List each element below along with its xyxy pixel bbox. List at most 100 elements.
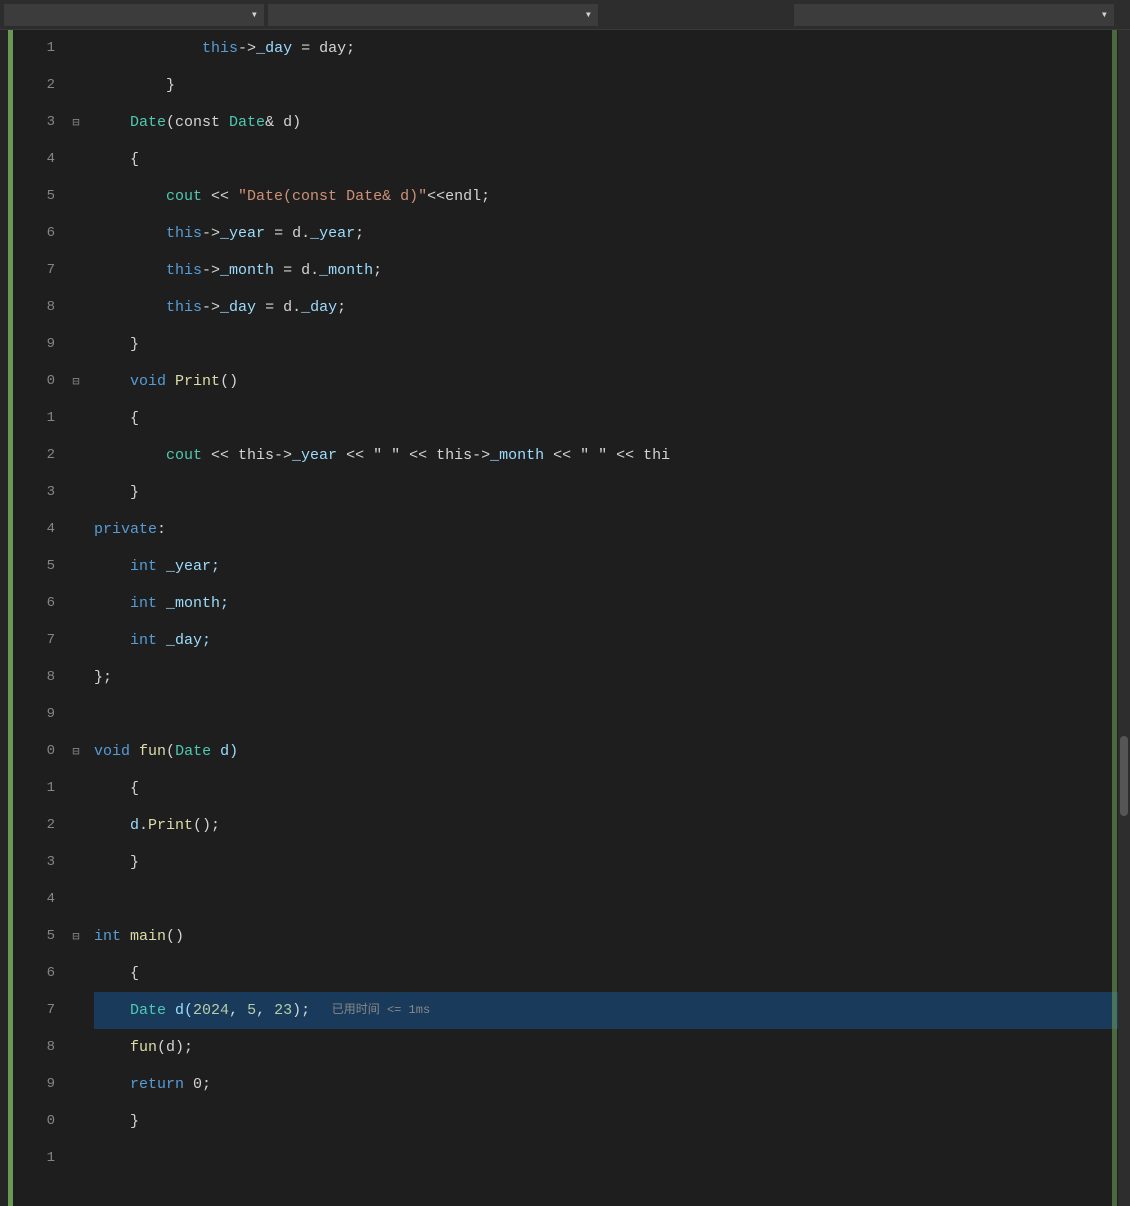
scope-dropdown[interactable]: ▾ — [268, 4, 598, 26]
code-line-17: }; — [94, 659, 1118, 696]
line-number-24: 5 — [13, 918, 55, 955]
code-token: << " " << thi — [544, 437, 670, 474]
code-token: } — [130, 844, 139, 881]
code-token: int — [94, 918, 121, 955]
line-number-9: 0 — [13, 363, 55, 400]
line-number-0: 1 — [13, 30, 55, 67]
code-line-15: int _month; — [94, 585, 1118, 622]
code-token: = d. — [256, 289, 301, 326]
code-token: _month — [319, 252, 373, 289]
line-number-7: 8 — [13, 289, 55, 326]
code-token: _day — [256, 30, 292, 67]
code-token: 已用时间 <= 1ms — [310, 992, 430, 1029]
code-token: (); — [193, 807, 220, 844]
code-token: 23 — [274, 992, 292, 1029]
code-token: void — [130, 363, 166, 400]
code-line-24: int main() — [94, 918, 1118, 955]
code-token: { — [130, 770, 139, 807]
code-token: void — [94, 733, 130, 770]
fold-marker-24[interactable]: ⊟ — [69, 929, 83, 943]
code-token: ( — [166, 733, 175, 770]
line-number-30: 1 — [13, 1140, 55, 1177]
code-token: = d. — [265, 215, 310, 252]
code-token: int — [130, 585, 157, 622]
code-line-11: cout << this->_year << " " << this->_mon… — [94, 437, 1118, 474]
code-token: 5 — [247, 992, 256, 1029]
code-token: 2024 — [193, 992, 229, 1029]
code-token: d. — [130, 807, 148, 844]
code-line-23 — [94, 881, 1118, 918]
line-number-dropdown[interactable]: ▾ — [4, 4, 264, 26]
code-token: int — [130, 622, 157, 659]
code-line-30 — [94, 1140, 1118, 1177]
code-token: ; — [373, 252, 382, 289]
code-token: << — [202, 178, 238, 215]
code-token: }; — [94, 659, 112, 696]
code-line-19: void fun(Date d) — [94, 733, 1118, 770]
code-token: fun — [139, 733, 166, 770]
code-token: Print — [175, 363, 220, 400]
code-token: Date — [130, 992, 166, 1029]
code-token: <<endl; — [427, 178, 490, 215]
code-token: (const — [166, 104, 229, 141]
code-token: ; — [355, 215, 364, 252]
code-token: } — [166, 67, 175, 104]
code-token: _month — [220, 252, 274, 289]
code-token: this — [166, 252, 202, 289]
code-token: { — [130, 955, 139, 992]
line-number-13: 4 — [13, 511, 55, 548]
code-token: _month; — [157, 585, 229, 622]
code-token: main — [130, 918, 166, 955]
line-number-20: 1 — [13, 770, 55, 807]
code-line-26: Date d(2024, 5, 23); 已用时间 <= 1ms — [94, 992, 1118, 1029]
line-number-10: 1 — [13, 400, 55, 437]
function-dropdown[interactable]: ▾ — [794, 4, 1114, 26]
line-number-18: 9 — [13, 696, 55, 733]
code-line-25: { — [94, 955, 1118, 992]
line-number-27: 8 — [13, 1029, 55, 1066]
line-number-8: 9 — [13, 326, 55, 363]
line-number-6: 7 — [13, 252, 55, 289]
code-line-16: int _day; — [94, 622, 1118, 659]
fold-marker-2[interactable]: ⊟ — [69, 115, 83, 129]
code-token: { — [130, 400, 139, 437]
code-token: Date — [229, 104, 265, 141]
top-bar: ▾ ▾ ▾ — [0, 0, 1130, 30]
code-token: (d); — [157, 1029, 193, 1066]
code-line-20: { — [94, 770, 1118, 807]
line-number-15: 6 — [13, 585, 55, 622]
line-number-22: 3 — [13, 844, 55, 881]
line-number-17: 8 — [13, 659, 55, 696]
code-token: this — [166, 289, 202, 326]
left-gutter — [0, 30, 8, 1206]
code-token: { — [130, 141, 139, 178]
code-line-9: void Print() — [94, 363, 1118, 400]
code-token: & d) — [265, 104, 301, 141]
fold-marker-19[interactable]: ⊟ — [69, 744, 83, 758]
code-token: Date — [130, 104, 166, 141]
line-number-12: 3 — [13, 474, 55, 511]
code-line-8: } — [94, 326, 1118, 363]
line-number-19: 0 — [13, 733, 55, 770]
fold-marker-9[interactable]: ⊟ — [69, 374, 83, 388]
code-token: cout — [166, 178, 202, 215]
line-number-2: 3 — [13, 104, 55, 141]
code-token: _year — [292, 437, 337, 474]
code-line-7: this->_day = d._day; — [94, 289, 1118, 326]
code-line-28: return 0; — [94, 1066, 1118, 1103]
line-numbers: 1234567890123456789012345678901 — [13, 30, 65, 1206]
vertical-scrollbar[interactable] — [1118, 30, 1130, 1206]
code-token: _day; — [157, 622, 211, 659]
code-area[interactable]: this->_day = day; } Date(const Date& d) … — [90, 30, 1118, 1206]
code-token: } — [130, 1103, 139, 1140]
code-token — [130, 733, 139, 770]
code-line-6: this->_month = d._month; — [94, 252, 1118, 289]
code-token: Print — [148, 807, 193, 844]
code-token: _year; — [157, 548, 220, 585]
scroll-thumb[interactable] — [1120, 736, 1128, 816]
code-token: ; — [337, 289, 346, 326]
code-line-13: private: — [94, 511, 1118, 548]
code-token: this — [166, 215, 202, 252]
code-line-22: } — [94, 844, 1118, 881]
code-token: 0; — [184, 1066, 211, 1103]
